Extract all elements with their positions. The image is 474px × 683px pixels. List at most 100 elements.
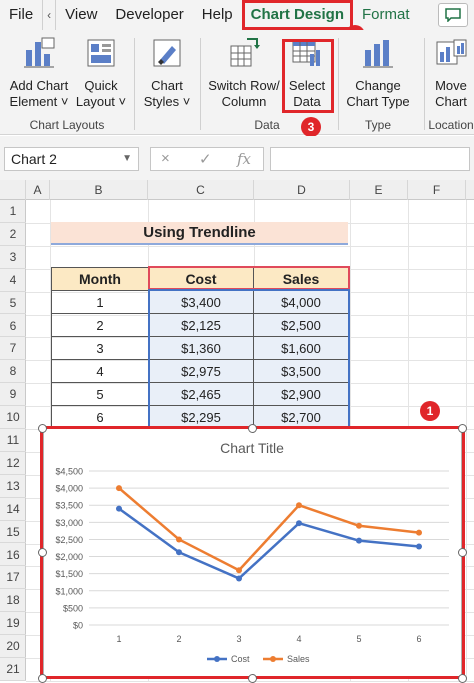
row-header-21[interactable]: 21 bbox=[0, 658, 26, 681]
formula-input[interactable] bbox=[270, 147, 470, 171]
row-header-19[interactable]: 19 bbox=[0, 612, 26, 636]
resize-handle[interactable] bbox=[38, 674, 47, 683]
formula-buttons: × ✓ fx bbox=[150, 147, 264, 171]
grid-line bbox=[26, 245, 474, 247]
cell-month[interactable]: 1 bbox=[51, 290, 149, 314]
cancel-icon[interactable]: × bbox=[161, 150, 170, 167]
column-header-c[interactable]: C bbox=[148, 180, 254, 200]
resize-handle[interactable] bbox=[458, 548, 467, 557]
row-header-5[interactable]: 5 bbox=[0, 292, 26, 315]
group-label-location: Location bbox=[428, 118, 474, 132]
row-header-18[interactable]: 18 bbox=[0, 589, 26, 613]
quick-layout-label-1: Quick bbox=[84, 78, 118, 93]
change-chart-type-button[interactable]: Change Chart Type bbox=[342, 36, 414, 110]
move-chart-label-1: Move bbox=[435, 78, 467, 93]
change-chart-type-icon bbox=[363, 40, 393, 68]
row-header-2[interactable]: 2 bbox=[0, 223, 26, 246]
row-header-4[interactable]: 4 bbox=[0, 269, 26, 292]
row-header-16[interactable]: 16 bbox=[0, 544, 26, 567]
cell-month[interactable]: 3 bbox=[51, 336, 149, 360]
chart-styles-button[interactable]: Chart Styles ˅ bbox=[140, 36, 194, 110]
column-header-d[interactable]: D bbox=[254, 180, 350, 200]
ribbon-separator bbox=[200, 38, 201, 130]
insert-function-icon[interactable]: fx bbox=[237, 150, 251, 168]
move-chart-icon bbox=[436, 39, 467, 65]
column-header-a[interactable]: A bbox=[26, 180, 50, 200]
column-header-f[interactable]: F bbox=[408, 180, 466, 200]
row-header-10[interactable]: 10 bbox=[0, 406, 26, 429]
quick-layout-label-2: Layout ˅ bbox=[75, 94, 127, 109]
quick-layout-button[interactable]: Quick Layout ˅ bbox=[74, 36, 128, 110]
cell-month[interactable]: 2 bbox=[51, 313, 149, 337]
enter-icon[interactable]: ✓ bbox=[199, 150, 212, 168]
ribbon-separator bbox=[134, 38, 135, 130]
group-label-type: Type bbox=[364, 118, 391, 132]
group-label-chart-layouts: Chart Layouts bbox=[29, 118, 105, 132]
menu-developer[interactable]: Developer bbox=[106, 0, 192, 30]
menu-file[interactable]: File bbox=[0, 0, 42, 30]
resize-handle[interactable] bbox=[458, 424, 467, 433]
comment-icon bbox=[445, 8, 461, 22]
row-header-13[interactable]: 13 bbox=[0, 475, 26, 498]
row-header-17[interactable]: 17 bbox=[0, 566, 26, 590]
row-header-14[interactable]: 14 bbox=[0, 498, 26, 521]
row-header-8[interactable]: 8 bbox=[0, 360, 26, 384]
menu-help[interactable]: Help bbox=[193, 0, 242, 30]
resize-handle[interactable] bbox=[38, 548, 47, 557]
resize-handle[interactable] bbox=[248, 674, 257, 683]
add-chart-element-button[interactable]: Add Chart Element ˅ bbox=[6, 36, 72, 110]
move-chart-button[interactable]: Move Chart bbox=[428, 36, 474, 110]
column-headers: A B C D E F bbox=[0, 180, 474, 200]
tab-chart-design[interactable]: Chart Design bbox=[241, 0, 354, 30]
resize-handle[interactable] bbox=[248, 424, 257, 433]
resize-handle[interactable] bbox=[458, 674, 467, 683]
select-all-corner[interactable] bbox=[0, 180, 26, 200]
chart-highlight bbox=[40, 426, 465, 679]
header-month[interactable]: Month bbox=[51, 267, 149, 291]
cell-month[interactable]: 4 bbox=[51, 359, 149, 383]
series-values-range bbox=[148, 289, 350, 428]
menu-view[interactable]: View bbox=[56, 0, 106, 30]
ribbon-separator bbox=[424, 38, 425, 130]
column-header-e[interactable]: E bbox=[350, 180, 408, 200]
ribbon-separator bbox=[338, 38, 339, 130]
row-header-6[interactable]: 6 bbox=[0, 315, 26, 338]
row-header-12[interactable]: 12 bbox=[0, 452, 26, 475]
ribbon: Add Chart Element ˅ Quick Layout ˅ Chart… bbox=[0, 30, 474, 135]
step-badge-3: 3 bbox=[301, 117, 321, 137]
add-chart-element-label-2: Element ˅ bbox=[9, 94, 69, 109]
row-header-20[interactable]: 20 bbox=[0, 635, 26, 658]
resize-handle[interactable] bbox=[38, 424, 47, 433]
row-header-3[interactable]: 3 bbox=[0, 246, 26, 269]
comments-button[interactable] bbox=[438, 3, 468, 27]
switch-row-column-label-1: Switch Row/ bbox=[208, 78, 280, 93]
grid-line bbox=[466, 200, 467, 681]
row-headers: 1 2 3 4 5 6 7 8 9 10 11 12 13 14 15 16 17 18 19 20 21 bbox=[0, 200, 26, 681]
chart-styles-label-1: Chart bbox=[151, 78, 183, 93]
ribbon-scroll-left-button[interactable]: ‹ bbox=[42, 0, 57, 30]
name-box-value: Chart 2 bbox=[11, 151, 57, 167]
row-header-11[interactable]: 11 bbox=[0, 429, 26, 452]
switch-row-column-button[interactable]: Switch Row/ Column bbox=[204, 36, 284, 110]
cell-month[interactable]: 5 bbox=[51, 382, 149, 406]
sheet-title[interactable]: Using Trendline bbox=[51, 222, 348, 245]
row-header-7[interactable]: 7 bbox=[0, 337, 26, 361]
menu-bar: File ‹ View Developer Help Chart Design … bbox=[0, 0, 474, 30]
add-chart-element-icon bbox=[24, 37, 55, 68]
name-box[interactable]: Chart 2 ▼ bbox=[4, 147, 139, 171]
series-name-range bbox=[148, 266, 350, 290]
formula-bar: Chart 2 ▼ × ✓ fx bbox=[0, 136, 474, 180]
tab-format[interactable]: Format bbox=[353, 0, 419, 30]
chevron-down-icon[interactable]: ▼ bbox=[122, 148, 132, 170]
row-header-9[interactable]: 9 bbox=[0, 383, 26, 407]
switch-row-column-icon bbox=[230, 38, 260, 67]
chart-styles-icon bbox=[153, 39, 181, 67]
row-header-1[interactable]: 1 bbox=[0, 200, 26, 223]
row-header-15[interactable]: 15 bbox=[0, 521, 26, 544]
change-chart-type-label-1: Change bbox=[355, 78, 401, 93]
quick-layout-icon bbox=[87, 39, 115, 67]
switch-row-column-label-2: Column bbox=[221, 94, 267, 109]
change-chart-type-label-2: Chart Type bbox=[346, 94, 410, 109]
column-header-b[interactable]: B bbox=[50, 180, 148, 200]
select-data-highlight bbox=[282, 39, 334, 113]
